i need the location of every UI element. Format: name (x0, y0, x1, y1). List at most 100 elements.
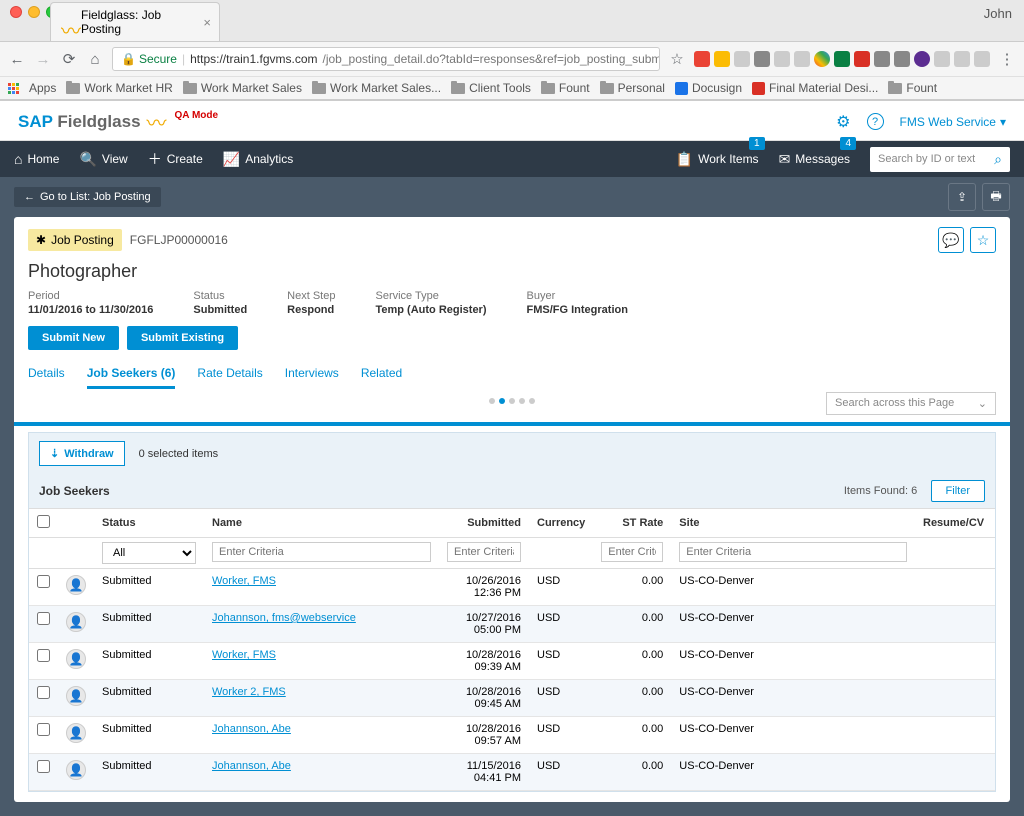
col-submitted[interactable]: Submitted (439, 509, 529, 538)
ext-icon[interactable] (834, 51, 850, 67)
ext-icon[interactable] (754, 51, 770, 67)
seeker-link[interactable]: Worker, FMS (212, 649, 276, 661)
ext-icon[interactable] (694, 51, 710, 67)
ext-icon[interactable] (734, 51, 750, 67)
ext-icon[interactable] (774, 51, 790, 67)
select-all-checkbox[interactable] (37, 515, 50, 528)
row-checkbox[interactable] (37, 612, 50, 625)
nav-create[interactable]: ＋Create (148, 149, 203, 169)
col-site[interactable]: Site (671, 509, 915, 538)
bookmark-item[interactable]: Fount (541, 81, 590, 95)
browser-user[interactable]: John (984, 6, 1012, 21)
browser-tab[interactable]: 〰 Fieldglass: Job Posting × (50, 2, 220, 41)
export-icon[interactable]: ⇪ (948, 183, 976, 211)
tab-close-icon[interactable]: × (203, 15, 211, 30)
sub-header: ← Go to List: Job Posting ⇪ 🖶 (0, 177, 1024, 217)
nav-home[interactable]: ⌂Home (14, 151, 59, 167)
bookmark-item[interactable]: Work Market Sales... (312, 81, 441, 95)
withdraw-button[interactable]: ⇣Withdraw (39, 441, 125, 466)
ext-icon[interactable] (794, 51, 810, 67)
apps-icon[interactable] (8, 83, 19, 94)
bookmark-item[interactable]: Client Tools (451, 81, 531, 95)
col-name[interactable]: Name (204, 509, 439, 538)
tab-rate-details[interactable]: Rate Details (197, 360, 262, 389)
meta-value: Submitted (193, 304, 247, 316)
submit-existing-button[interactable]: Submit Existing (127, 326, 238, 350)
row-checkbox[interactable] (37, 686, 50, 699)
user-menu[interactable]: FMS Web Service ▾ (900, 115, 1007, 129)
page-search[interactable]: Search across this Page⌄ (826, 392, 996, 415)
rate-filter[interactable] (601, 542, 663, 562)
nav-messages[interactable]: 4 ✉Messages (779, 151, 850, 168)
bookmark-item[interactable]: Fount (888, 81, 937, 95)
chat-icon[interactable]: 💬 (938, 227, 964, 253)
row-checkbox[interactable] (37, 649, 50, 662)
seeker-link[interactable]: Worker, FMS (212, 575, 276, 587)
ext-icon[interactable] (914, 51, 930, 67)
browser-chrome: John 〰 Fieldglass: Job Posting × ← → ⟳ ⌂… (0, 0, 1024, 101)
favorite-icon[interactable]: ☆ (970, 227, 996, 253)
forward-icon[interactable]: → (34, 51, 52, 68)
ext-icon[interactable] (894, 51, 910, 67)
seeker-link[interactable]: Johannson, Abe (212, 760, 291, 772)
home-icon[interactable]: ⌂ (86, 51, 104, 68)
window-close[interactable] (10, 6, 22, 18)
name-filter[interactable] (212, 542, 431, 562)
submitted-filter[interactable] (447, 542, 521, 562)
gear-icon[interactable]: ⚙ (836, 112, 850, 132)
cell-status: Submitted (94, 754, 204, 791)
tab-details[interactable]: Details (28, 360, 65, 389)
nav-analytics[interactable]: 📈Analytics (223, 151, 293, 168)
bookmark-item[interactable]: Personal (600, 81, 665, 95)
menu-icon[interactable]: ⋮ (998, 50, 1016, 68)
bookmark-item[interactable]: Docusign (675, 81, 742, 95)
back-icon[interactable]: ← (8, 51, 26, 68)
logo-wave-icon: 〰 (147, 107, 167, 136)
help-icon[interactable]: ? (867, 113, 884, 130)
global-search[interactable]: Search by ID or text ⌕ (870, 147, 1010, 172)
tab-job-seekers[interactable]: Job Seekers (6) (87, 360, 176, 389)
back-to-list[interactable]: ← Go to List: Job Posting (14, 187, 161, 207)
cell-submitted: 11/15/2016 04:41 PM (439, 754, 529, 791)
pager-dots[interactable] (489, 398, 535, 404)
address-bar[interactable]: 🔒 Secure | https://train1.fgvms.com/job_… (112, 47, 660, 71)
star-icon[interactable]: ☆ (668, 50, 686, 68)
bookmark-item[interactable]: Work Market HR (66, 81, 172, 95)
col-currency[interactable]: Currency (529, 509, 593, 538)
avatar-icon: 👤 (66, 575, 86, 595)
ext-icon[interactable] (714, 51, 730, 67)
ext-icon[interactable] (854, 51, 870, 67)
col-resume[interactable]: Resume/CV (915, 509, 995, 538)
seeker-link[interactable]: Johannson, fms@webservice (212, 612, 356, 624)
ext-icon[interactable] (814, 51, 830, 67)
seeker-link[interactable]: Worker 2, FMS (212, 686, 286, 698)
nav-work-items[interactable]: 1 📋Work Items (676, 151, 759, 168)
tab-related[interactable]: Related (361, 360, 402, 389)
submit-new-button[interactable]: Submit New (28, 326, 119, 350)
tab-interviews[interactable]: Interviews (285, 360, 339, 389)
main-nav: ⌂Home 🔍View ＋Create 📈Analytics 1 📋Work I… (0, 141, 1024, 177)
ext-icon[interactable] (934, 51, 950, 67)
window-minimize[interactable] (28, 6, 40, 18)
ext-icon[interactable] (974, 51, 990, 67)
col-rate[interactable]: ST Rate (593, 509, 671, 538)
seeker-link[interactable]: Johannson, Abe (212, 723, 291, 735)
filter-button[interactable]: Filter (931, 480, 985, 502)
bookmark-item[interactable]: Final Material Desi... (752, 81, 878, 95)
print-icon[interactable]: 🖶 (982, 183, 1010, 211)
row-checkbox[interactable] (37, 723, 50, 736)
bookmark-item[interactable]: Work Market Sales (183, 81, 302, 95)
ext-icon[interactable] (954, 51, 970, 67)
status-filter[interactable]: All (102, 542, 196, 564)
row-checkbox[interactable] (37, 760, 50, 773)
nav-view[interactable]: 🔍View (79, 151, 127, 168)
row-checkbox[interactable] (37, 575, 50, 588)
selected-count: 0 selected items (139, 448, 218, 460)
ext-icon[interactable] (874, 51, 890, 67)
job-seekers-table: Status Name Submitted Currency ST Rate S… (29, 508, 995, 791)
col-status[interactable]: Status (94, 509, 204, 538)
reload-icon[interactable]: ⟳ (60, 50, 78, 68)
site-filter[interactable] (679, 542, 907, 562)
meta-label: Status (193, 290, 247, 302)
bookmark-item[interactable]: Apps (29, 81, 56, 95)
